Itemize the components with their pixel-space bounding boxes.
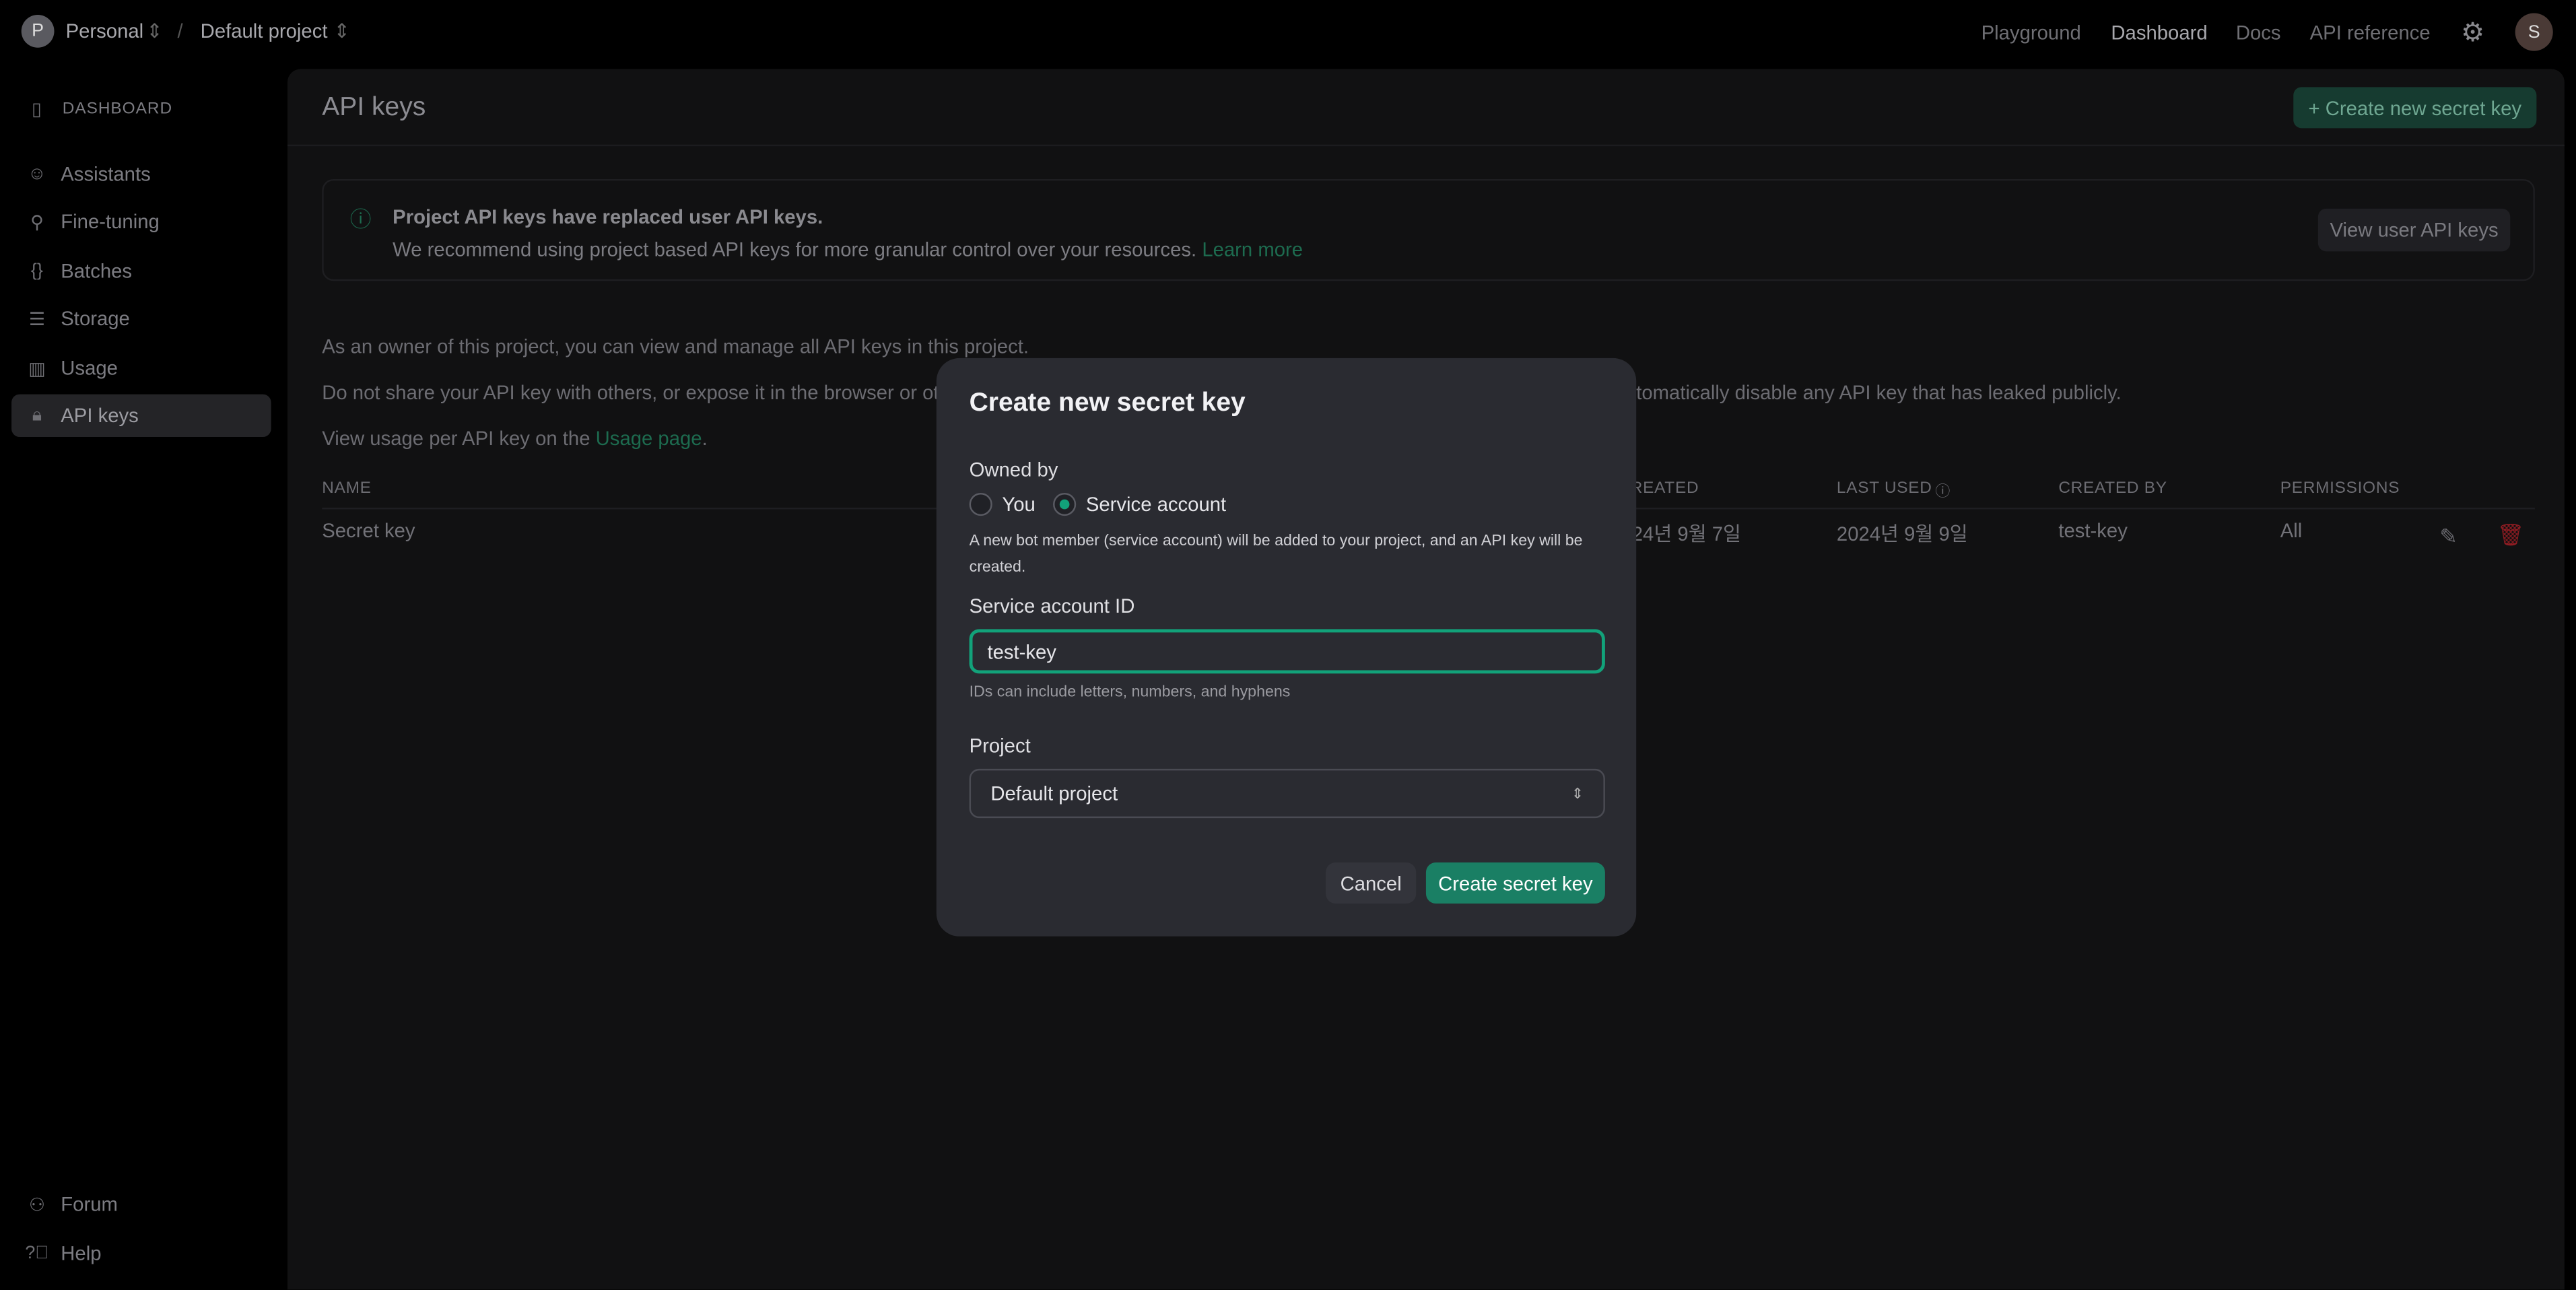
column-header: CREATED BY: [2058, 479, 2167, 498]
nav-dashboard[interactable]: Dashboard: [2111, 22, 2207, 44]
trash-icon[interactable]: 🗑︎: [2497, 522, 2524, 549]
learn-more-link[interactable]: Learn more: [1202, 238, 1303, 261]
project-select[interactable]: Default project ⇕: [969, 768, 1605, 819]
sliders-icon: ⚲: [30, 212, 44, 233]
created-by: test-key: [2058, 519, 2128, 543]
sidebar-item-forum[interactable]: ⚇ Forum: [11, 1183, 271, 1225]
last-used-date: 2024년 9월 9일: [1836, 522, 1968, 546]
sidebar-toggle-icon[interactable]: ▯: [26, 98, 48, 120]
org-avatar[interactable]: P: [21, 14, 55, 48]
sidebar-item-label: API keys: [61, 404, 139, 428]
radio-button[interactable]: [1053, 493, 1077, 516]
project-label: Project: [969, 734, 1031, 757]
robot-icon: ☺: [28, 164, 46, 184]
sidebar-item-assistants[interactable]: ☺ Assistants: [11, 153, 271, 195]
radio-label: You: [1002, 493, 1036, 516]
usage-text: View usage per API key on the: [322, 427, 596, 450]
radio-button[interactable]: [969, 493, 992, 516]
sidebar-item-storage[interactable]: ☰ Storage: [11, 298, 271, 340]
top-bar: P Personal ⇕ / Default project ⇕ Playgro…: [0, 0, 2576, 66]
lock-icon: 🔒︎: [32, 405, 42, 425]
sidebar-item-batches[interactable]: {} Batches: [11, 250, 271, 292]
page-title: API keys: [322, 94, 426, 122]
help-icon: ?⃝: [25, 1244, 49, 1264]
sidebar-item-label: Fine-tuning: [61, 210, 160, 234]
modal-title: Create new secret key: [969, 389, 1246, 417]
nav-playground[interactable]: Playground: [1981, 22, 2081, 44]
owner-info-text: As an owner of this project, you can vie…: [322, 335, 1029, 358]
cancel-button[interactable]: Cancel: [1326, 862, 1417, 904]
service-account-id-input[interactable]: [969, 629, 1605, 674]
service-account-id-label: Service account ID: [969, 595, 1135, 618]
info-banner: ⓘ Project API keys have replaced user AP…: [322, 178, 2535, 281]
info-icon[interactable]: ⓘ: [1935, 479, 1951, 501]
sidebar-item-label: Assistants: [61, 162, 151, 186]
radio-you[interactable]: You: [969, 493, 1036, 516]
column-header: PERMISSIONS: [2280, 479, 2400, 498]
bar-chart-icon: ▥: [28, 359, 46, 379]
nav-docs[interactable]: Docs: [2236, 22, 2281, 44]
create-secret-key-button[interactable]: Create secret key: [1425, 862, 1605, 904]
info-icon: ⓘ: [349, 207, 372, 232]
sidebar-item-label: Usage: [61, 356, 118, 380]
chevron-updown-icon: ⇕: [146, 20, 163, 43]
sidebar-item-label: Batches: [61, 259, 133, 283]
view-user-api-keys-button[interactable]: View user API keys: [2317, 208, 2511, 252]
owned-by-label: Owned by: [969, 458, 1058, 481]
banner-body: We recommend using project based API key…: [393, 238, 1197, 261]
sidebar-item-fine-tuning[interactable]: ⚲ Fine-tuning: [11, 201, 271, 243]
gear-icon[interactable]: ⚙: [2461, 16, 2484, 49]
service-account-note: A new bot member (service account) will …: [969, 532, 1583, 577]
nav-api-reference[interactable]: API reference: [2310, 22, 2431, 44]
sidebar-item-help[interactable]: ?⃝ Help: [11, 1232, 271, 1275]
breadcrumb-separator: /: [177, 20, 183, 43]
project-select-value: Default project: [990, 782, 1118, 805]
sidebar-item-label: Help: [61, 1242, 102, 1265]
security-warning-text: Do not share your API key with others, o…: [322, 381, 983, 405]
sidebar-item-usage[interactable]: ▥ Usage: [11, 347, 271, 389]
divider: [287, 144, 2565, 147]
database-icon: ☰: [28, 309, 45, 330]
security-warning-text-end: tomatically disable any API key that has…: [1636, 381, 2122, 405]
sidebar-item-label: Forum: [61, 1192, 118, 1216]
key-name: Secret key: [322, 519, 415, 543]
radio-service-account[interactable]: Service account: [1053, 493, 1226, 516]
banner-title: Project API keys have replaced user API …: [393, 205, 823, 229]
sidebar-section-title: DASHBOARD: [62, 100, 173, 118]
edit-icon[interactable]: ✎: [2439, 524, 2458, 550]
usage-page-link[interactable]: Usage page: [596, 427, 702, 450]
people-icon: ⚇: [28, 1195, 45, 1215]
user-avatar[interactable]: S: [2515, 13, 2553, 51]
usage-text-end: .: [702, 427, 708, 450]
project-switcher[interactable]: Default project: [201, 20, 328, 42]
column-header: LAST USED: [1836, 479, 1932, 498]
braces-list-icon: {}: [30, 261, 43, 281]
org-switcher[interactable]: Personal: [66, 20, 144, 42]
chevron-updown-icon: ⇕: [1571, 784, 1584, 801]
radio-label: Service account: [1085, 493, 1227, 516]
create-new-secret-key-button[interactable]: + Create new secret key: [2293, 87, 2537, 129]
id-hint: IDs can include letters, numbers, and hy…: [969, 683, 1291, 702]
create-secret-key-modal: Create new secret key Owned by You Servi…: [936, 358, 1637, 937]
sidebar-item-label: Storage: [61, 307, 130, 331]
permissions: All: [2280, 519, 2303, 543]
sidebar-item-api-keys[interactable]: 🔒︎ API keys: [11, 394, 271, 438]
chevron-updown-icon: ⇕: [333, 20, 350, 43]
column-header: NAME: [322, 479, 372, 498]
